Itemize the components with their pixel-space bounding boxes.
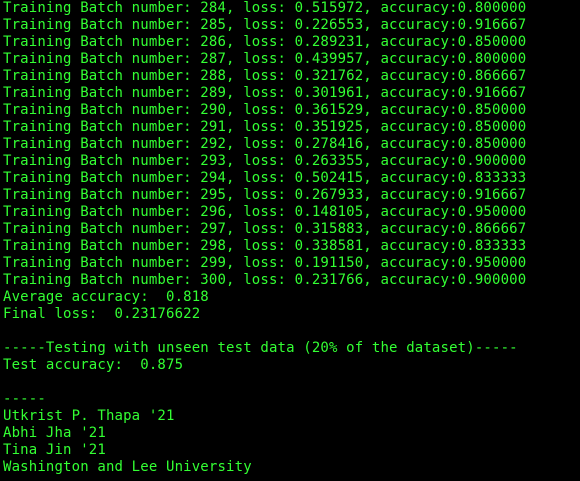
output-line-batch-293: Training Batch number: 293, loss: 0.2633… — [3, 153, 527, 169]
output-line-batch-292: Training Batch number: 292, loss: 0.2784… — [3, 136, 527, 152]
author-line-jha: Abhi Jha '21 — [3, 425, 106, 441]
terminal-window[interactable]: Training Batch number: 284, loss: 0.5159… — [0, 0, 580, 481]
separator-line: ----- — [3, 391, 46, 407]
output-line-batch-289: Training Batch number: 289, loss: 0.3019… — [3, 85, 527, 101]
output-line-batch-291: Training Batch number: 291, loss: 0.3519… — [3, 119, 527, 135]
output-line-batch-294: Training Batch number: 294, loss: 0.5024… — [3, 170, 527, 186]
test-accuracy-line: Test accuracy: 0.875 — [3, 357, 184, 373]
testing-header-line: -----Testing with unseen test data (20% … — [3, 340, 518, 356]
output-line-batch-286: Training Batch number: 286, loss: 0.2892… — [3, 34, 527, 50]
output-line-batch-290: Training Batch number: 290, loss: 0.3615… — [3, 102, 527, 118]
output-line-batch-296: Training Batch number: 296, loss: 0.1481… — [3, 204, 527, 220]
output-line-batch-297: Training Batch number: 297, loss: 0.3158… — [3, 221, 527, 237]
author-line-thapa: Utkrist P. Thapa '21 — [3, 408, 175, 424]
output-line-batch-299: Training Batch number: 299, loss: 0.1911… — [3, 255, 527, 271]
output-line-batch-284: Training Batch number: 284, loss: 0.5159… — [3, 0, 527, 16]
average-accuracy-line: Average accuracy: 0.818 — [3, 289, 209, 305]
final-loss-line: Final loss: 0.23176622 — [3, 306, 201, 322]
output-line-batch-288: Training Batch number: 288, loss: 0.3217… — [3, 68, 527, 84]
institution-line: Washington and Lee University — [3, 459, 252, 475]
author-line-jin: Tina Jin '21 — [3, 442, 106, 458]
output-line-batch-285: Training Batch number: 285, loss: 0.2265… — [3, 17, 527, 33]
output-line-batch-295: Training Batch number: 295, loss: 0.2679… — [3, 187, 527, 203]
output-line-batch-287: Training Batch number: 287, loss: 0.4399… — [3, 51, 527, 67]
output-line-batch-300: Training Batch number: 300, loss: 0.2317… — [3, 272, 527, 288]
output-line-batch-298: Training Batch number: 298, loss: 0.3385… — [3, 238, 527, 254]
